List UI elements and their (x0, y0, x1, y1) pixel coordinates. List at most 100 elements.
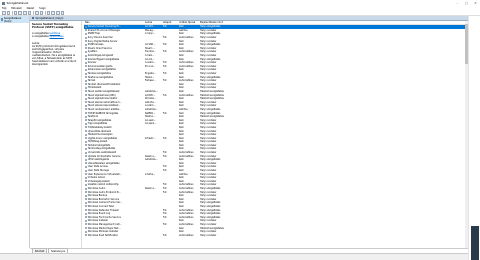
navigation-tree: Szolgáltatások (helyi) (0, 16, 30, 248)
service-startup-type: Kézi (178, 205, 199, 208)
service-name-text: Távoli rendszerleíró adatbá... (87, 107, 121, 111)
gear-icon (85, 29, 87, 32)
service-name: TCP/IP NetBIOS támogatás (84, 112, 144, 115)
refresh-button[interactable] (23, 10, 27, 15)
gear-icon (32, 16, 35, 20)
pause-service-button[interactable] (55, 10, 60, 15)
show-tree-button[interactable] (13, 10, 18, 15)
service-name: Secure Socket Tunneling Pr... (84, 25, 144, 28)
service-log-on-as: Helyi rendszer (199, 50, 243, 53)
service-log-on-as: Helyi rendszer (199, 68, 243, 71)
back-button[interactable] (2, 10, 6, 15)
service-startup-type-text: Kézi (179, 140, 184, 144)
start-service-button[interactable] (46, 10, 51, 15)
service-log-on-as: Helyi szolgáltatás (199, 209, 243, 212)
service-log-on-as-text: Helyi rendszer (200, 194, 217, 198)
service-name-text: Windows Font Cache Service (87, 215, 121, 219)
service-startup-type: Automatikus (178, 209, 199, 212)
service-log-on-as-text: Helyi rendszer (200, 118, 217, 122)
service-description-text: Telefon... (145, 115, 156, 119)
service-log-on-as-text: Helyi szolgáltatás (200, 201, 221, 205)
service-status: Fut (162, 25, 178, 28)
menu-action[interactable]: Művelet (11, 7, 21, 10)
service-name-text: Secure Socket Tunneling Pr... (87, 25, 121, 29)
service-startup-type: Kézi (178, 227, 199, 230)
service-name-text: Update Orchestrator Service (87, 154, 121, 158)
column-header-name[interactable]: Név (84, 21, 144, 24)
service-log-on-as: Hálózati szolgáltatás (199, 97, 243, 100)
column-header-description[interactable]: Leírás (144, 21, 162, 24)
service-name-text: Shared PC Account Manager (87, 28, 121, 32)
gear-icon (85, 126, 87, 129)
service-status-text: Fut (163, 136, 167, 140)
service-startup-type: Kézi (178, 201, 199, 204)
service-description-text: Létreho... (145, 100, 156, 104)
service-description-text: A háló... (145, 54, 155, 58)
service-name: SSDP-keresés (84, 43, 144, 46)
restart-service-button[interactable] (60, 10, 65, 15)
gear-icon (85, 209, 87, 212)
service-status-text: Fut (163, 169, 167, 173)
gear-icon (85, 194, 87, 197)
service-name: Sony Device Searcher (84, 36, 144, 39)
service-description-text: Kezeli a... (145, 187, 157, 191)
service-description-text: Az RPC... (145, 93, 156, 97)
service-startup-type-text: Letiltva (179, 107, 188, 111)
services-list: Név Leírás Állapot Indítás típusa Bejele… (84, 21, 468, 248)
service-name: Windows Installer (84, 219, 144, 222)
service-startup-type: Kézi (178, 115, 199, 118)
service-log-on-as: Helyi szolgáltatás (199, 201, 243, 204)
gear-icon (85, 54, 87, 57)
service-startup-type-text: Kézi (179, 68, 184, 72)
service-status: Fut (162, 151, 178, 154)
restart-service-link[interactable]: újraindítása (50, 35, 64, 38)
service-description: Lehetővé... (144, 90, 162, 93)
help-button[interactable] (34, 10, 39, 15)
selected-service-title: Secure Socket Tunneling Protocol (SSTP) … (32, 23, 74, 30)
service-status-text: Fut (163, 233, 167, 237)
service-startup-type: Automatikus (178, 191, 199, 194)
service-log-on-as: Hálózati szolgáltatás (199, 90, 243, 93)
menu-file[interactable]: Fájl (2, 7, 6, 10)
service-status-text: Fut (163, 222, 167, 226)
gear-icon (85, 173, 87, 176)
service-log-on-as-text: Helyi rendszer (200, 104, 217, 108)
service-description-text: Lehetővé... (145, 89, 158, 93)
service-description-text: Manag... (145, 28, 155, 32)
service-log-on-as: Helyi rendszer (199, 47, 243, 50)
tree-item-services-local[interactable]: Szolgáltatások (helyi) (0, 16, 29, 23)
service-name-text: Vezeték nélküli LAN-konfig. (87, 183, 120, 187)
service-startup-type: Kézi (178, 162, 199, 165)
service-startup-type-text: Kézi (179, 57, 184, 61)
properties-button[interactable] (18, 10, 23, 15)
service-log-on-as-text: Helyi rendszer (200, 233, 217, 237)
service-startup-type-text: Automatikus (179, 36, 194, 40)
menu-help[interactable]: Súgó (39, 7, 46, 10)
service-startup-type: Kézi (178, 76, 199, 79)
service-name: Számítógép-böngésző (84, 54, 144, 57)
console-button[interactable] (39, 10, 44, 15)
service-startup-type-text: Kézi (179, 100, 184, 104)
column-header-status[interactable]: Állapot (162, 21, 178, 24)
service-log-on-as-text: Helyi szolgáltatás (200, 208, 221, 212)
service-log-on-as-text: Helyi rendszer (200, 143, 217, 147)
forward-button[interactable] (6, 10, 11, 15)
service-log-on-as-text: Helyi szolgáltatás (200, 111, 221, 115)
service-startup-type-text: Automatikus (179, 154, 194, 158)
column-header-log-on-as[interactable]: Bejelentkezés mint (199, 21, 243, 24)
gear-icon (85, 216, 87, 219)
service-startup-type-text: Kézi (179, 125, 184, 129)
background-window-fragment (471, 226, 479, 260)
table-row[interactable]: Windows Push Notification Fut Automatikus H… (84, 233, 468, 237)
service-startup-type-text: Kézi (179, 122, 184, 126)
service-startup-type: Kézi (178, 158, 199, 161)
export-button[interactable] (27, 10, 32, 15)
gear-icon (85, 165, 87, 168)
service-status-text: Fut (163, 36, 167, 40)
service-description-text: Steam ... (145, 46, 156, 50)
menu-view[interactable]: Nézet (27, 7, 35, 10)
column-header-startup-type[interactable]: Indítás típusa (178, 21, 199, 24)
stop-service-button[interactable] (51, 10, 55, 15)
service-log-on-as: Helyi szolgáltatás (199, 108, 243, 111)
service-log-on-as-text: Helyi rendszer (200, 125, 217, 129)
